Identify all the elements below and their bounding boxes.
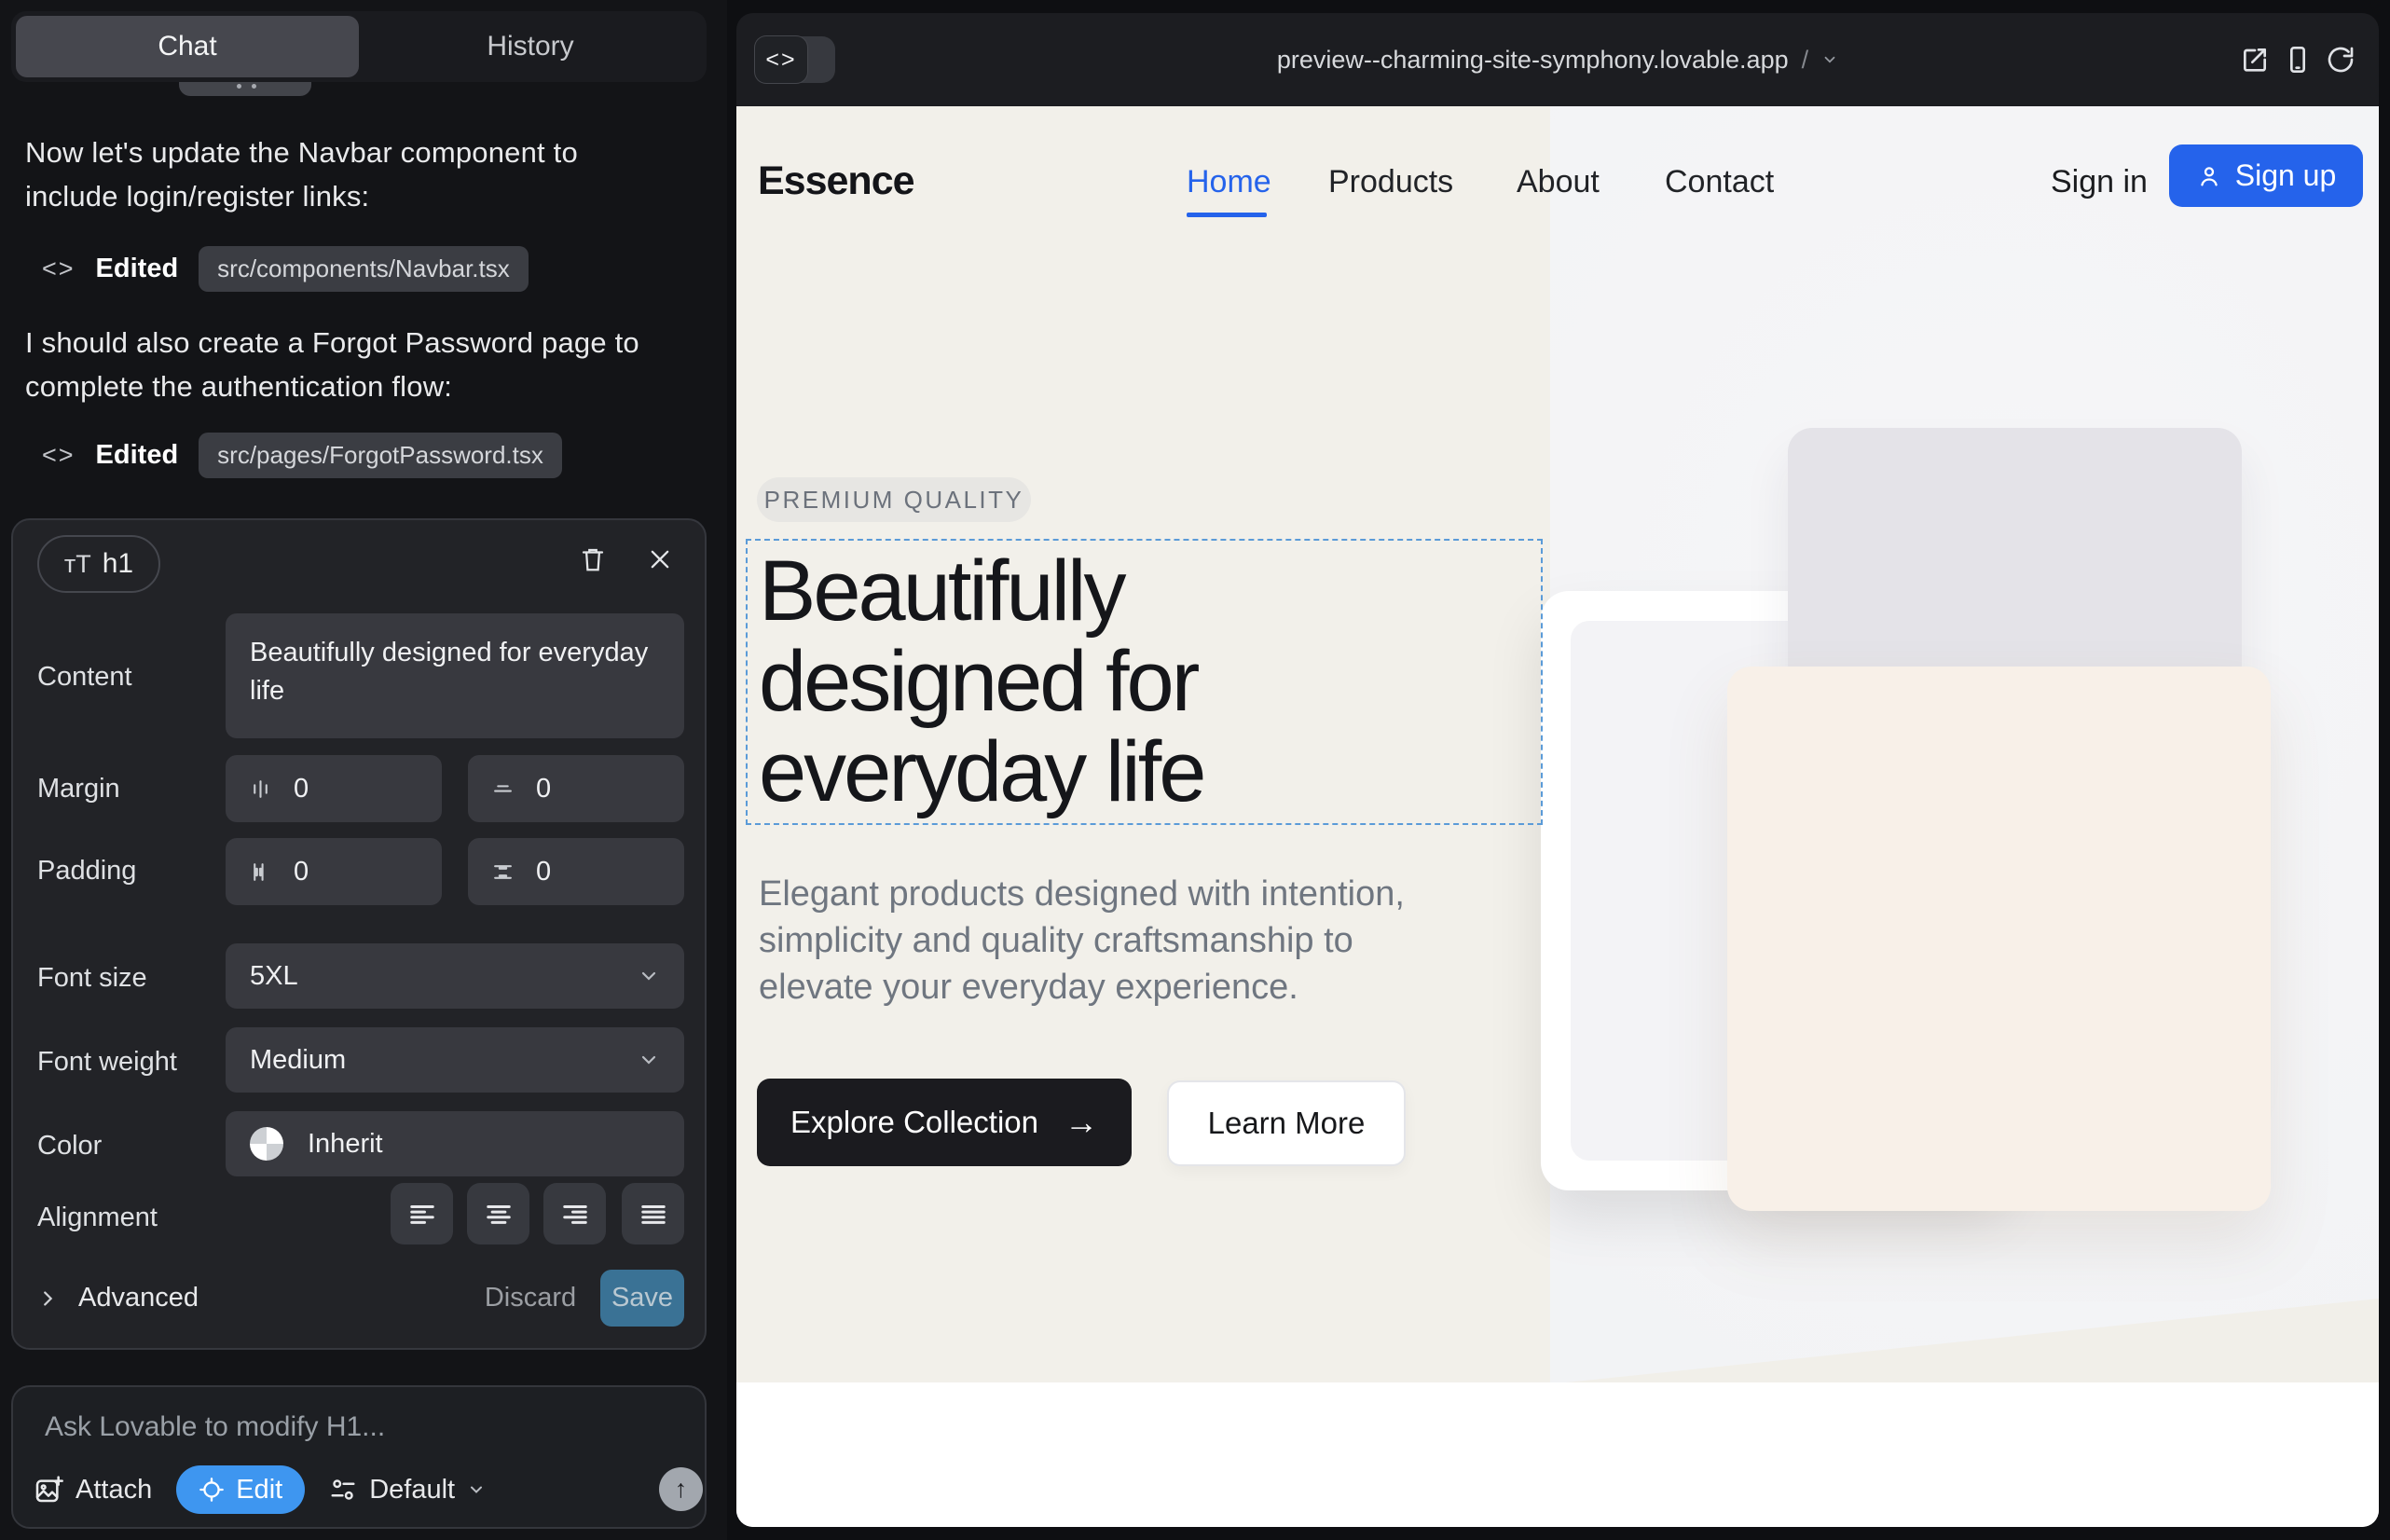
font-weight-select[interactable]: Medium — [226, 1027, 684, 1093]
sign-up-button[interactable]: Sign up — [2169, 144, 2363, 207]
margin-vertical-icon — [492, 778, 514, 800]
chevron-down-icon — [638, 1049, 660, 1071]
open-external-button[interactable] — [2239, 44, 2271, 76]
chat-sidebar: Chat History Now let's update the Navbar… — [0, 0, 727, 1540]
lovable-app: Chat History Now let's update the Navbar… — [0, 0, 2390, 1540]
premium-badge: PREMIUM QUALITY — [757, 477, 1031, 522]
font-size-label: Font size — [37, 963, 147, 994]
chevron-down-icon — [1821, 51, 1838, 68]
tab-history[interactable]: History — [359, 16, 702, 77]
decorative-card-cream — [1727, 667, 2271, 1211]
discard-button[interactable]: Discard — [482, 1283, 579, 1313]
tab-chat[interactable]: Chat — [16, 16, 359, 77]
mobile-view-button[interactable] — [2282, 44, 2314, 76]
advanced-toggle[interactable]: Advanced — [37, 1283, 199, 1313]
font-size-select[interactable]: 5XL — [226, 943, 684, 1009]
margin-horizontal-icon — [250, 778, 271, 800]
chevron-down-icon — [467, 1480, 486, 1499]
prompt-composer: Attach Edit Default — [11, 1385, 707, 1529]
attach-image-icon — [34, 1475, 63, 1505]
nav-link-products[interactable]: Products — [1328, 164, 1453, 200]
edited-label: Edited — [96, 254, 179, 284]
nav-link-about[interactable]: About — [1517, 164, 1600, 200]
align-justify-icon — [639, 1200, 667, 1228]
chat-message: Now let's update the Navbar component to… — [25, 131, 687, 218]
align-center-icon — [485, 1200, 513, 1228]
attach-button[interactable]: Attach — [34, 1475, 152, 1506]
file-chip[interactable]: src/pages/ForgotPassword.tsx — [199, 433, 562, 478]
delete-element-button[interactable] — [572, 539, 613, 580]
align-left-icon — [408, 1200, 436, 1228]
mode-select[interactable]: Default — [329, 1475, 486, 1506]
alignment-label: Alignment — [37, 1203, 158, 1233]
file-chip[interactable]: src/components/Navbar.tsx — [199, 246, 529, 292]
padding-x-input[interactable]: 0 — [226, 838, 442, 905]
url-separator: / — [1802, 46, 1809, 75]
element-tag-badge: ᴛT h1 — [37, 535, 160, 593]
explore-collection-button[interactable]: Explore Collection → — [757, 1079, 1132, 1166]
close-panel-button[interactable] — [639, 539, 680, 580]
color-label: Color — [37, 1131, 102, 1162]
code-icon: <> — [42, 441, 76, 470]
element-tag: h1 — [103, 548, 133, 580]
margin-y-input[interactable]: 0 — [468, 755, 684, 822]
learn-more-button[interactable]: Learn More — [1167, 1080, 1406, 1166]
color-swatch — [250, 1127, 283, 1161]
edited-label: Edited — [96, 440, 179, 471]
browser-chrome: <> preview--charming-site-symphony.lovab… — [736, 13, 2379, 106]
external-link-icon — [2240, 45, 2270, 75]
align-left-button[interactable] — [391, 1183, 453, 1244]
chevron-down-icon — [638, 965, 660, 987]
sidebar-tabs: Chat History — [11, 11, 707, 82]
typography-icon: ᴛT — [64, 550, 91, 579]
settings-sliders-icon — [329, 1476, 357, 1504]
padding-y-input[interactable]: 0 — [468, 838, 684, 905]
prompt-input[interactable] — [45, 1406, 604, 1449]
crosshair-icon — [199, 1477, 225, 1503]
edit-mode-button[interactable]: Edit — [176, 1465, 305, 1514]
user-icon — [2196, 163, 2222, 189]
sign-in-link[interactable]: Sign in — [2051, 164, 2148, 200]
code-icon: <> — [42, 254, 76, 283]
align-center-button[interactable] — [467, 1183, 529, 1244]
site-logo[interactable]: Essence — [758, 158, 914, 204]
align-right-icon — [561, 1200, 589, 1228]
align-justify-button[interactable] — [622, 1183, 684, 1244]
color-select[interactable]: Inherit — [226, 1111, 684, 1176]
close-icon — [647, 546, 673, 572]
file-edit-row: <> Edited src/components/Navbar.tsx — [42, 244, 529, 293]
hero-subtitle: Elegant products designed with intention… — [759, 871, 1405, 1011]
nav-active-underline — [1187, 213, 1267, 217]
padding-label: Padding — [37, 856, 136, 887]
composer-actions: Attach Edit Default — [34, 1465, 486, 1514]
margin-x-input[interactable]: 0 — [226, 755, 442, 822]
content-input[interactable]: Beautifully designed for everyday life — [226, 613, 684, 738]
content-label: Content — [37, 662, 132, 693]
refresh-button[interactable] — [2325, 44, 2356, 76]
nav-link-contact[interactable]: Contact — [1665, 164, 1774, 200]
smartphone-icon — [2283, 45, 2313, 75]
file-edit-row: <> Edited src/pages/ForgotPassword.tsx — [42, 431, 562, 479]
preview-browser: <> preview--charming-site-symphony.lovab… — [736, 13, 2379, 1527]
padding-horizontal-icon — [250, 861, 271, 883]
url-bar[interactable]: preview--charming-site-symphony.lovable.… — [736, 13, 2379, 106]
chat-message: I should also create a Forgot Password p… — [25, 321, 687, 408]
save-button[interactable]: Save — [600, 1270, 684, 1327]
margin-label: Margin — [37, 774, 120, 804]
arrow-right-icon: → — [1065, 1103, 1098, 1142]
trash-icon — [579, 545, 607, 573]
align-right-button[interactable] — [543, 1183, 606, 1244]
send-button[interactable]: ↑ — [659, 1467, 703, 1511]
truncated-chip — [179, 82, 311, 96]
arrow-up-icon: ↑ — [675, 1475, 688, 1504]
padding-vertical-icon — [492, 861, 514, 883]
font-weight-label: Font weight — [37, 1047, 177, 1078]
hero-heading[interactable]: Beautifully designed for everyday life — [759, 546, 1203, 818]
nav-link-home[interactable]: Home — [1187, 164, 1271, 200]
url-host: preview--charming-site-symphony.lovable.… — [1277, 46, 1789, 75]
chevron-right-icon — [37, 1288, 58, 1309]
element-editor-panel: ᴛT h1 Content Beautifully designed for e… — [11, 518, 707, 1350]
refresh-icon — [2326, 45, 2356, 75]
preview-page: Essence Home Products About Contact Sign… — [736, 106, 2379, 1527]
